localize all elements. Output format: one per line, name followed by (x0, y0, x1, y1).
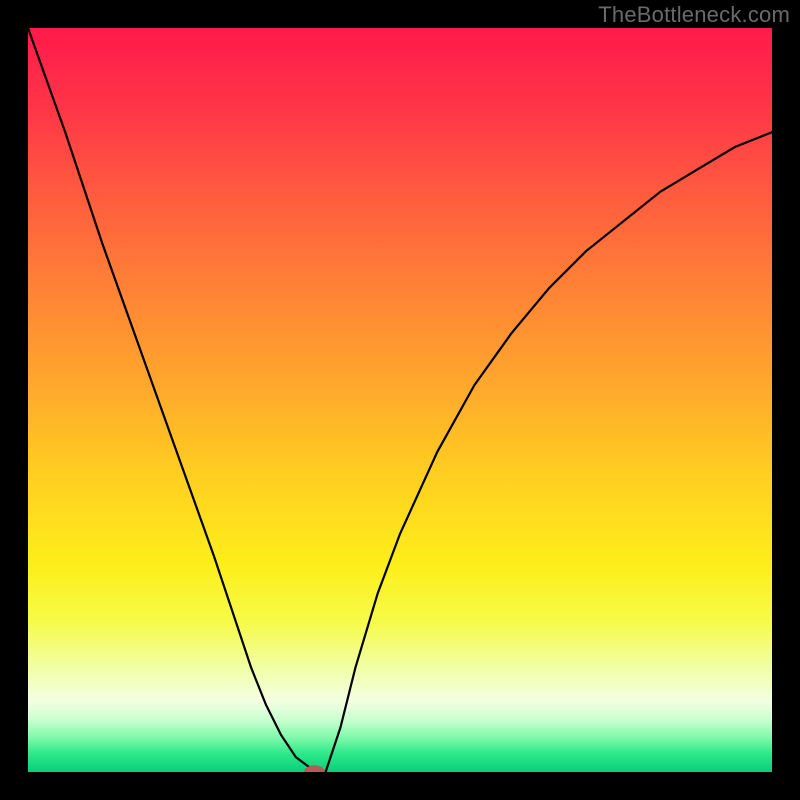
plot-svg (28, 28, 772, 772)
watermark-text: TheBottleneck.com (598, 2, 790, 28)
plot-frame (28, 28, 772, 772)
plot-background (28, 28, 772, 772)
chart-stage: TheBottleneck.com (0, 0, 800, 800)
